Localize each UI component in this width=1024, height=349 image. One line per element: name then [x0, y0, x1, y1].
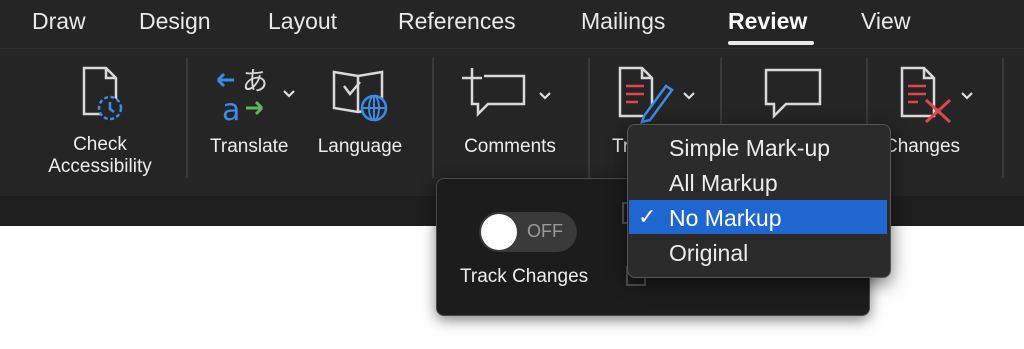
tracking-chevron-down-icon[interactable]	[682, 88, 696, 106]
svg-text:あ: あ	[242, 67, 268, 97]
toggle-state-label: OFF	[527, 221, 563, 241]
toggle-knob	[481, 214, 517, 250]
group-separator	[1002, 58, 1004, 178]
language-button[interactable]: Language	[310, 64, 410, 158]
active-tab-indicator	[728, 41, 814, 45]
comments-label: Comments	[464, 136, 556, 157]
menu-item-simple-markup[interactable]: Simple Mark-up	[629, 130, 887, 164]
tab-layout[interactable]: Layout	[268, 8, 337, 35]
menu-item-label: Original	[669, 240, 749, 266]
tab-review[interactable]: Review	[728, 8, 807, 35]
comments-chevron-down-icon[interactable]	[538, 88, 552, 106]
track-changes-label: Track Changes	[460, 266, 589, 287]
language-book-globe-icon	[330, 64, 390, 124]
accessibility-document-icon	[70, 64, 130, 124]
checkmark-icon: ✓	[638, 204, 657, 229]
menu-item-all-markup[interactable]: All Markup	[629, 165, 887, 199]
group-separator	[432, 58, 434, 178]
new-comment-icon	[458, 64, 528, 124]
svg-text:a: a	[222, 93, 240, 124]
translate-chevron-down-icon[interactable]	[282, 86, 296, 104]
tab-design[interactable]: Design	[139, 8, 211, 35]
reject-change-icon	[896, 64, 956, 124]
group-separator	[588, 58, 590, 178]
tab-divider	[0, 48, 1024, 49]
comments-button[interactable]: Comments	[450, 64, 570, 158]
check-accessibility-label-line1: Check	[73, 134, 127, 155]
menu-item-no-markup[interactable]: ✓ No Markup	[629, 200, 887, 234]
comment-bubble-icon[interactable]	[762, 66, 824, 122]
track-changes-pen-icon	[614, 64, 674, 124]
check-accessibility-label-line2: Accessibility	[48, 156, 152, 177]
translate-label: Translate	[210, 136, 289, 157]
changes-button[interactable]: Changes	[884, 64, 984, 158]
menu-item-original[interactable]: Original	[629, 235, 887, 269]
group-separator	[186, 58, 188, 178]
tab-view[interactable]: View	[861, 8, 910, 35]
menu-item-label: No Markup	[669, 205, 782, 231]
language-label: Language	[317, 136, 403, 157]
menu-item-label: All Markup	[669, 170, 778, 196]
track-changes-toggle[interactable]: OFF	[479, 212, 577, 252]
translate-button[interactable]: あ a Translate	[204, 64, 304, 158]
menu-item-label: Simple Mark-up	[669, 135, 831, 161]
tab-references[interactable]: References	[398, 8, 516, 35]
tab-draw[interactable]: Draw	[32, 8, 86, 35]
ribbon-tabs: Draw Design Layout References Mailings R…	[0, 0, 1024, 46]
changes-chevron-down-icon[interactable]	[960, 88, 974, 106]
translate-icon: あ a	[212, 64, 272, 124]
check-accessibility-button[interactable]: Check Accessibility	[30, 64, 170, 178]
changes-label: Changes	[884, 136, 961, 157]
tab-mailings[interactable]: Mailings	[581, 8, 665, 35]
